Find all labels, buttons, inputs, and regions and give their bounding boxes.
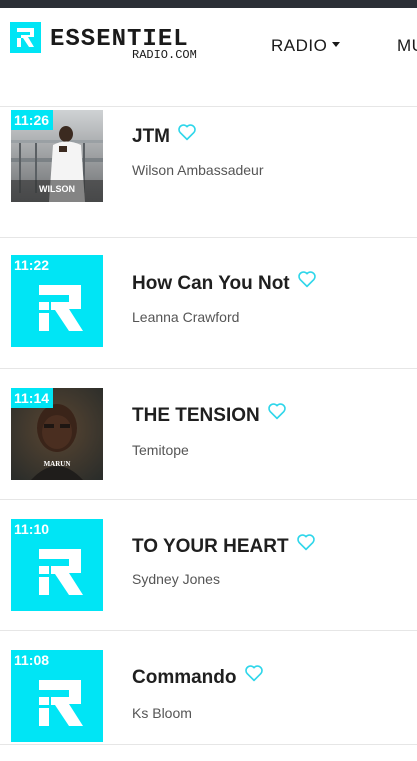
album-art-default-logo[interactable]: 11:08 — [11, 650, 103, 742]
track-row[interactable]: WILSON 11:26 JTM Wilson Ambassadeur — [0, 106, 417, 237]
track-title[interactable]: JTM — [132, 123, 197, 148]
heart-outline-icon[interactable] — [267, 402, 287, 426]
nav-music[interactable]: MU — [397, 36, 417, 56]
list-divider — [0, 744, 417, 745]
track-artist: Sydney Jones — [132, 571, 220, 587]
play-time: 11:14 — [11, 388, 54, 408]
album-art-wilson[interactable]: WILSON 11:26 — [11, 110, 103, 202]
track-title[interactable]: Commando — [132, 664, 264, 689]
track-row[interactable]: MARUN 11:14 THE TENSION Temitope — [0, 368, 417, 499]
album-art-marun[interactable]: MARUN 11:14 — [11, 388, 103, 480]
track-artist: Leanna Crawford — [132, 309, 240, 325]
track-artist: Ks Bloom — [132, 705, 192, 721]
album-art-caption: MARUN — [44, 460, 71, 468]
track-row[interactable]: 11:10 TO YOUR HEART Sydney Jones — [0, 499, 417, 630]
nav-radio[interactable]: RADIO — [271, 36, 327, 56]
play-time: 11:26 — [11, 110, 54, 130]
play-time: 11:10 — [14, 521, 50, 537]
track-title[interactable]: TO YOUR HEART — [132, 533, 316, 558]
track-row[interactable]: 11:22 How Can You Not Leanna Crawford — [0, 237, 417, 368]
essentiel-radio-logo[interactable]: ESSENTIEL RADIO.COM — [10, 19, 220, 62]
caret-down-icon[interactable] — [332, 42, 340, 47]
top-strip — [0, 0, 417, 8]
heart-outline-icon[interactable] — [244, 664, 264, 688]
heart-outline-icon[interactable] — [297, 270, 317, 294]
track-title[interactable]: How Can You Not — [132, 270, 317, 295]
heart-outline-icon[interactable] — [296, 533, 316, 557]
heart-outline-icon[interactable] — [177, 123, 197, 147]
album-art-default-logo[interactable]: 11:22 — [11, 255, 103, 347]
album-art-default-logo[interactable]: 11:10 — [11, 519, 103, 611]
track-title[interactable]: THE TENSION — [132, 402, 287, 427]
album-art-caption: WILSON — [39, 184, 75, 194]
track-artist: Wilson Ambassadeur — [132, 162, 264, 178]
play-time: 11:08 — [14, 652, 50, 668]
logo-subtext: RADIO.COM — [132, 48, 197, 61]
recently-played-list: WILSON 11:26 JTM Wilson Ambassadeur 11:2… — [0, 106, 417, 761]
site-header: ESSENTIEL RADIO.COM RADIO MU — [0, 8, 417, 68]
play-time: 11:22 — [14, 257, 50, 273]
track-row[interactable]: 11:08 Commando Ks Bloom — [0, 630, 417, 761]
track-artist: Temitope — [132, 442, 189, 458]
